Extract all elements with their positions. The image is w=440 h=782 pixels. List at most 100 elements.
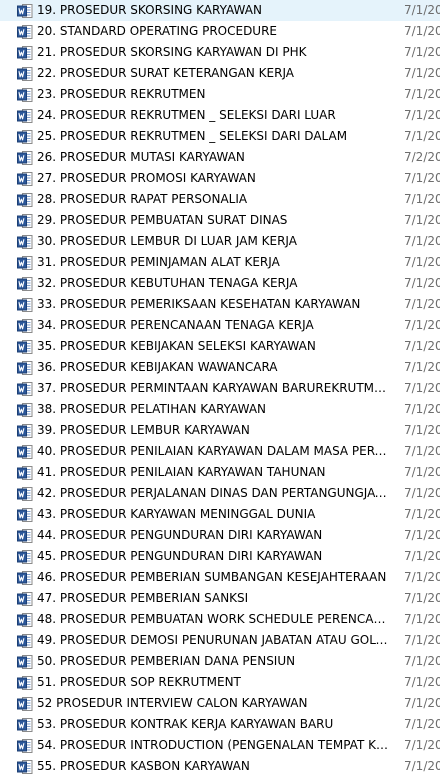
file-date-modified: 7/1/20 (404, 255, 440, 269)
file-row[interactable]: 34. PROSEDUR PERENCANAAN TENAGA KERJA 7/… (0, 315, 440, 336)
file-row[interactable]: 44. PROSEDUR PENGUNDURAN DIRI KARYAWAN 7… (0, 525, 440, 546)
file-date-modified: 7/2/20 (404, 150, 440, 164)
file-name: 51. PROSEDUR SOP REKRUTMENT (37, 675, 241, 689)
file-row[interactable]: 41. PROSEDUR PENILAIAN KARYAWAN TAHUNAN … (0, 462, 440, 483)
file-row[interactable]: 31. PROSEDUR PEMINJAMAN ALAT KERJA 7/1/2… (0, 252, 440, 273)
word-document-icon (17, 466, 33, 480)
file-date-modified: 7/1/20 (404, 759, 440, 773)
file-date-modified: 7/1/20 (404, 507, 440, 521)
file-row[interactable]: 23. PROSEDUR REKRUTMEN 7/1/20 (0, 84, 440, 105)
file-row[interactable]: 22. PROSEDUR SURAT KETERANGAN KERJA 7/1/… (0, 63, 440, 84)
file-row[interactable]: 20. STANDARD OPERATING PROCEDURE 7/1/20 (0, 21, 440, 42)
word-document-icon (17, 25, 33, 39)
file-row[interactable]: 52 PROSEDUR INTERVIEW CALON KARYAWAN 7/1… (0, 693, 440, 714)
file-row[interactable]: 43. PROSEDUR KARYAWAN MENINGGAL DUNIA 7/… (0, 504, 440, 525)
file-date-modified: 7/1/20 (404, 486, 440, 500)
word-document-icon (17, 508, 33, 522)
word-document-icon (17, 340, 33, 354)
file-row[interactable]: 37. PROSEDUR PERMINTAAN KARYAWAN BARUREK… (0, 378, 440, 399)
file-name: 22. PROSEDUR SURAT KETERANGAN KERJA (37, 66, 294, 80)
file-name: 31. PROSEDUR PEMINJAMAN ALAT KERJA (37, 255, 280, 269)
file-name: 42. PROSEDUR PERJALANAN DINAS DAN PERTAN… (37, 486, 389, 500)
file-date-modified: 7/1/20 (404, 213, 440, 227)
file-row[interactable]: 21. PROSEDUR SKORSING KARYAWAN DI PHK 7/… (0, 42, 440, 63)
word-document-icon (17, 235, 33, 249)
file-row[interactable]: 30. PROSEDUR LEMBUR DI LUAR JAM KERJA 7/… (0, 231, 440, 252)
file-name: 55. PROSEDUR KASBON KARYAWAN (37, 759, 250, 773)
file-name: 47. PROSEDUR PEMBERIAN SANKSI (37, 591, 249, 605)
file-row[interactable]: 24. PROSEDUR REKRUTMEN _ SELEKSI DARI LU… (0, 105, 440, 126)
file-row[interactable]: 54. PROSEDUR INTRODUCTION (PENGENALAN TE… (0, 735, 440, 756)
file-date-modified: 7/1/20 (404, 3, 440, 17)
file-row[interactable]: 47. PROSEDUR PEMBERIAN SANKSI 7/1/20 (0, 588, 440, 609)
file-row[interactable]: 48. PROSEDUR PEMBUATAN WORK SCHEDULE PER… (0, 609, 440, 630)
file-date-modified: 7/1/20 (404, 297, 440, 311)
file-row[interactable]: 19. PROSEDUR SKORSING KARYAWAN 7/1/20 (0, 0, 440, 21)
file-date-modified: 7/1/20 (404, 633, 440, 647)
word-document-icon (17, 151, 33, 165)
file-row[interactable]: 38. PROSEDUR PELATIHAN KARYAWAN 7/1/20 (0, 399, 440, 420)
file-name: 38. PROSEDUR PELATIHAN KARYAWAN (37, 402, 267, 416)
file-row[interactable]: 33. PROSEDUR PEMERIKSAAN KESEHATAN KARYA… (0, 294, 440, 315)
file-row[interactable]: 45. PROSEDUR PENGUNDURAN DIRI KARYAWAN 7… (0, 546, 440, 567)
file-date-modified: 7/1/20 (404, 234, 440, 248)
file-list: 19. PROSEDUR SKORSING KARYAWAN 7/1/20 20… (0, 0, 440, 782)
file-date-modified: 7/1/20 (404, 45, 440, 59)
file-row[interactable]: 28. PROSEDUR RAPAT PERSONALIA 7/1/20 (0, 189, 440, 210)
file-row[interactable]: 51. PROSEDUR SOP REKRUTMENT 7/1/20 (0, 672, 440, 693)
file-date-modified: 7/1/20 (404, 192, 440, 206)
file-row[interactable]: 49. PROSEDUR DEMOSI PENURUNAN JABATAN AT… (0, 630, 440, 651)
file-name: 50. PROSEDUR PEMBERIAN DANA PENSIUN (37, 654, 296, 668)
file-row[interactable]: 40. PROSEDUR PENILAIAN KARYAWAN DALAM MA… (0, 441, 440, 462)
file-name: 28. PROSEDUR RAPAT PERSONALIA (37, 192, 248, 206)
word-document-icon (17, 193, 33, 207)
file-date-modified: 7/1/20 (404, 549, 440, 563)
file-date-modified: 7/1/20 (404, 423, 440, 437)
word-document-icon (17, 550, 33, 564)
word-document-icon (17, 592, 33, 606)
file-row[interactable]: 26. PROSEDUR MUTASI KARYAWAN 7/2/20 (0, 147, 440, 168)
word-document-icon (17, 571, 33, 585)
file-row[interactable]: 32. PROSEDUR KEBUTUHAN TENAGA KERJA 7/1/… (0, 273, 440, 294)
word-document-icon (17, 718, 33, 732)
file-name: 54. PROSEDUR INTRODUCTION (PENGENALAN TE… (37, 738, 389, 752)
file-name: 53. PROSEDUR KONTRAK KERJA KARYAWAN BARU (37, 717, 334, 731)
word-document-icon (17, 487, 33, 501)
word-document-icon (17, 739, 33, 753)
word-document-icon (17, 697, 33, 711)
file-row[interactable]: 36. PROSEDUR KEBIJAKAN WAWANCARA 7/1/20 (0, 357, 440, 378)
file-date-modified: 7/1/20 (404, 129, 440, 143)
file-row[interactable]: 42. PROSEDUR PERJALANAN DINAS DAN PERTAN… (0, 483, 440, 504)
file-date-modified: 7/1/20 (404, 66, 440, 80)
word-document-icon (17, 4, 33, 18)
file-name: 34. PROSEDUR PERENCANAAN TENAGA KERJA (37, 318, 314, 332)
file-row[interactable]: 29. PROSEDUR PEMBUATAN SURAT DINAS 7/1/2… (0, 210, 440, 231)
file-name: 33. PROSEDUR PEMERIKSAAN KESEHATAN KARYA… (37, 297, 361, 311)
file-row[interactable]: 35. PROSEDUR KEBIJAKAN SELEKSI KARYAWAN … (0, 336, 440, 357)
word-document-icon (17, 760, 33, 774)
file-name: 32. PROSEDUR KEBUTUHAN TENAGA KERJA (37, 276, 298, 290)
file-date-modified: 7/1/20 (404, 318, 440, 332)
word-document-icon (17, 256, 33, 270)
file-date-modified: 7/1/20 (404, 717, 440, 731)
file-date-modified: 7/1/20 (404, 402, 440, 416)
word-document-icon (17, 298, 33, 312)
file-name: 27. PROSEDUR PROMOSI KARYAWAN (37, 171, 256, 185)
file-row[interactable]: 50. PROSEDUR PEMBERIAN DANA PENSIUN 7/1/… (0, 651, 440, 672)
word-document-icon (17, 172, 33, 186)
file-name: 41. PROSEDUR PENILAIAN KARYAWAN TAHUNAN (37, 465, 326, 479)
word-document-icon (17, 361, 33, 375)
file-row[interactable]: 27. PROSEDUR PROMOSI KARYAWAN 7/1/20 (0, 168, 440, 189)
file-row[interactable]: 46. PROSEDUR PEMBERIAN SUMBANGAN KESEJAH… (0, 567, 440, 588)
file-name: 46. PROSEDUR PEMBERIAN SUMBANGAN KESEJAH… (37, 570, 387, 584)
word-document-icon (17, 67, 33, 81)
file-row[interactable]: 25. PROSEDUR REKRUTMEN _ SELEKSI DARI DA… (0, 126, 440, 147)
file-date-modified: 7/1/20 (404, 24, 440, 38)
word-document-icon (17, 445, 33, 459)
file-row[interactable]: 53. PROSEDUR KONTRAK KERJA KARYAWAN BARU… (0, 714, 440, 735)
file-row[interactable]: 39. PROSEDUR LEMBUR KARYAWAN 7/1/20 (0, 420, 440, 441)
file-date-modified: 7/1/20 (404, 360, 440, 374)
file-row[interactable]: 55. PROSEDUR KASBON KARYAWAN 7/1/20 (0, 756, 440, 777)
word-document-icon (17, 46, 33, 60)
word-document-icon (17, 529, 33, 543)
